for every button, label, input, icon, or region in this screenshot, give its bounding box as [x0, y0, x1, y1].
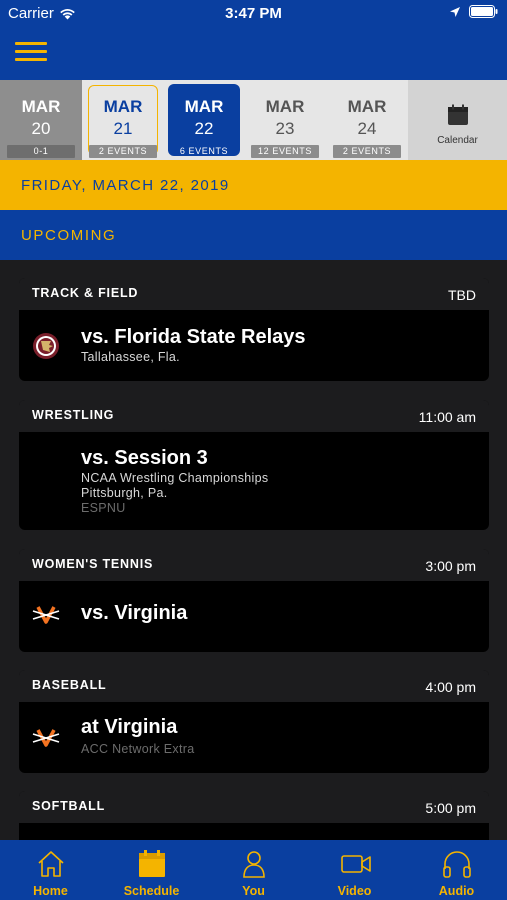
date-day: 22 [194, 119, 214, 138]
date-day: 23 [275, 119, 295, 138]
date-month: MAR [21, 97, 61, 116]
calendar-button[interactable]: Calendar [408, 80, 507, 160]
tab-schedule[interactable]: Schedule [101, 840, 202, 900]
event-time: 4:00 pm [425, 679, 476, 695]
event-tv: ESPNU [81, 501, 126, 515]
home-icon [38, 851, 64, 877]
event-sport: BASEBALL [32, 678, 107, 692]
event-opponent: vs. Virginia [81, 602, 188, 624]
date-strip: MAR 20 0-1 MAR 21 2 EVENTS MAR 22 6 EVEN… [0, 80, 507, 160]
event-card-softball[interactable]: SOFTBALL 5:00 pm [19, 791, 489, 840]
status-bar: Carrier 3:47 PM [0, 0, 507, 28]
date-month: MAR [103, 97, 143, 116]
tab-label: Audio [438, 884, 475, 898]
date-badge: 2 EVENTS [333, 145, 401, 158]
event-opponent: vs. Florida State Relays [81, 326, 306, 348]
event-card-header: BASEBALL 4:00 pm [19, 670, 489, 703]
video-camera-icon [341, 855, 371, 873]
upcoming-label: UPCOMING [21, 227, 117, 244]
event-sport: SOFTBALL [32, 799, 106, 813]
date-badge: 2 EVENTS [89, 145, 157, 158]
event-card-womens-tennis[interactable]: WOMEN'S TENNIS 3:00 pm vs. Virginia [19, 549, 489, 652]
event-time: 5:00 pm [425, 800, 476, 816]
battery-icon [469, 5, 498, 18]
location-arrow-icon [450, 6, 460, 17]
date-day: 24 [357, 119, 377, 138]
date-month: MAR [184, 97, 224, 116]
event-card-baseball[interactable]: BASEBALL 4:00 pm at Virginia ACC Network… [19, 670, 489, 773]
virginia-logo-icon [32, 729, 60, 747]
event-time: 3:00 pm [425, 558, 476, 574]
date-day: 20 [31, 119, 51, 138]
selected-date-bar: FRIDAY, MARCH 22, 2019 [0, 160, 507, 210]
nav-bar [0, 28, 507, 80]
status-right [449, 5, 499, 18]
event-time: TBD [448, 287, 476, 303]
date-month: MAR [265, 97, 305, 116]
date-badge: 12 EVENTS [251, 145, 319, 158]
person-icon [243, 851, 265, 878]
event-card-wrestling[interactable]: WRESTLING 11:00 am vs. Session 3 NCAA Wr… [19, 400, 489, 530]
upcoming-header: UPCOMING [0, 210, 507, 260]
event-card-track-field[interactable]: TRACK & FIELD TBD vs. Florida State Rela… [19, 278, 489, 381]
tab-you[interactable]: You [203, 840, 304, 900]
event-list[interactable]: TRACK & FIELD TBD vs. Florida State Rela… [0, 260, 507, 840]
clock: 3:47 PM [225, 5, 282, 22]
tab-video[interactable]: Video [304, 840, 405, 900]
tab-audio[interactable]: Audio [406, 840, 507, 900]
virginia-logo-icon [32, 606, 60, 624]
date-cell-mar-20[interactable]: MAR 20 0-1 [0, 80, 82, 160]
date-badge: 6 EVENTS [179, 146, 229, 156]
event-subtitle: NCAA Wrestling Championships [81, 471, 269, 485]
headphones-icon [443, 851, 471, 878]
event-location: Tallahassee, Fla. [81, 350, 180, 364]
event-card-body: vs. Session 3 NCAA Wrestling Championshi… [19, 433, 489, 530]
tab-label: You [242, 884, 265, 898]
selected-date-label: FRIDAY, MARCH 22, 2019 [21, 177, 230, 194]
event-tv: ACC Network Extra [81, 742, 195, 756]
menu-icon[interactable] [15, 42, 47, 64]
event-sport: WOMEN'S TENNIS [32, 557, 154, 571]
event-card-body: vs. Florida State Relays Tallahassee, Fl… [19, 311, 489, 381]
event-location: Pittsburgh, Pa. [81, 486, 168, 500]
event-sport: WRESTLING [32, 408, 115, 422]
event-card-header: WRESTLING 11:00 am [19, 400, 489, 433]
date-cell-mar-22[interactable]: MAR 22 6 EVENTS [165, 80, 243, 160]
event-card-header: TRACK & FIELD TBD [19, 278, 489, 311]
event-card-body: at Virginia ACC Network Extra [19, 703, 489, 773]
tab-label: Schedule [123, 884, 180, 898]
tab-home[interactable]: Home [0, 840, 101, 900]
event-card-body [19, 824, 489, 840]
calendar-icon [139, 850, 165, 877]
event-opponent: vs. Session 3 [81, 447, 208, 469]
calendar-label: Calendar [437, 135, 478, 146]
calendar-icon [447, 104, 468, 125]
event-card-body: vs. Virginia [19, 582, 489, 652]
fsu-logo-icon [33, 333, 59, 359]
date-badge: 0-1 [7, 145, 75, 158]
event-card-header: WOMEN'S TENNIS 3:00 pm [19, 549, 489, 582]
event-opponent: at Virginia [81, 716, 178, 738]
date-cell-mar-21[interactable]: MAR 21 2 EVENTS [82, 80, 164, 160]
tab-bar: Home Schedule You Video Audio [0, 840, 507, 900]
event-time: 11:00 am [418, 409, 476, 425]
date-cell-mar-23[interactable]: MAR 23 12 EVENTS [244, 80, 326, 160]
tab-label: Home [33, 884, 68, 898]
event-sport: TRACK & FIELD [32, 286, 139, 300]
date-day: 21 [113, 119, 133, 138]
date-cell-mar-24[interactable]: MAR 24 2 EVENTS [326, 80, 408, 160]
event-card-header: SOFTBALL 5:00 pm [19, 791, 489, 824]
date-month: MAR [347, 97, 387, 116]
tab-label: Video [337, 884, 372, 898]
